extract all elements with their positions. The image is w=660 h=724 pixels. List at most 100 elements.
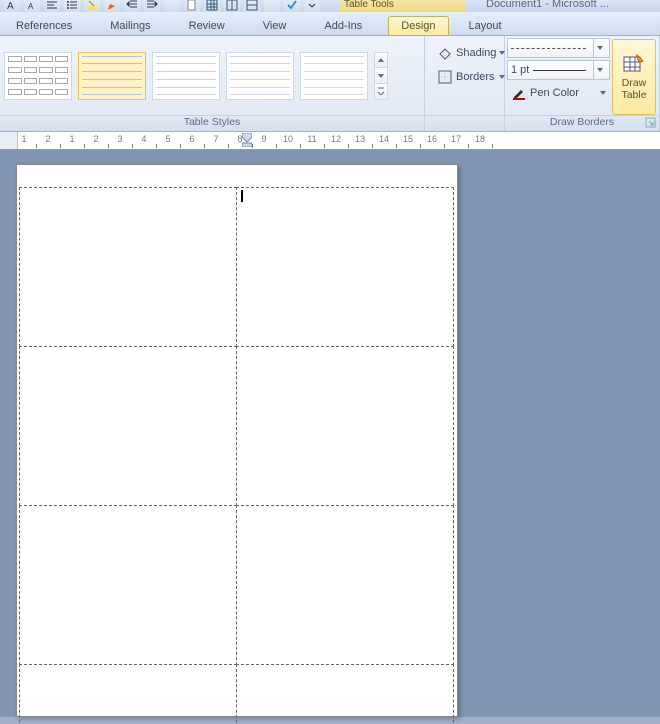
contextual-tab-label: Table Tools: [344, 0, 394, 10]
gallery-scroll-up[interactable]: [375, 53, 387, 69]
line-style-preview: [511, 48, 586, 49]
shading-button[interactable]: Shading: [433, 42, 509, 64]
style-thumb-light3[interactable]: [226, 52, 294, 100]
document-title: Document1 - Microsoft ...: [486, 0, 609, 10]
draw-table-button[interactable]: Draw Table: [612, 39, 656, 115]
gallery-scroll-down[interactable]: [375, 68, 387, 84]
table-row: [19, 664, 455, 724]
ruler-number: 14: [379, 134, 389, 144]
qat-check-icon[interactable]: [284, 0, 300, 12]
horizontal-ruler[interactable]: 12123456789101112131415161718: [0, 132, 660, 150]
ruler-number: 4: [141, 134, 146, 144]
tab-view[interactable]: View: [251, 17, 299, 35]
table-cell[interactable]: [236, 664, 454, 724]
group-label-table-styles: Table Styles: [0, 115, 424, 131]
ruler-number: 2: [93, 134, 98, 144]
title-bar: A A Table Tools Document1 - Microsoft ..…: [0, 0, 660, 12]
qat-font-grow-icon[interactable]: A: [4, 0, 20, 12]
style-thumb-light2[interactable]: [152, 52, 220, 100]
tab-review[interactable]: Review: [177, 17, 237, 35]
paint-bucket-icon: [437, 45, 453, 61]
line-weight-text: 1 pt: [511, 64, 529, 76]
ruler-number: 11: [307, 134, 316, 144]
ruler-number: 2: [45, 134, 50, 144]
tab-design[interactable]: Design: [388, 16, 448, 35]
line-style-combo[interactable]: [507, 38, 610, 58]
draw-table-line1: Draw: [622, 78, 647, 89]
group-draw-borders: 1 pt Pen Color Draw Table Draw Borders: [505, 36, 660, 131]
shading-label: Shading: [456, 47, 496, 59]
pen-color-button[interactable]: Pen Color: [507, 82, 610, 104]
document-area: [0, 150, 660, 717]
borders-button[interactable]: Borders: [433, 66, 509, 88]
ruler-number: 7: [213, 134, 218, 144]
ruler-number: 17: [451, 134, 461, 144]
group-label-draw-borders: Draw Borders: [505, 115, 659, 131]
line-weight-preview: [533, 70, 586, 71]
svg-text:A: A: [28, 2, 34, 11]
ruler-number: 13: [355, 134, 365, 144]
dropdown-arrow-icon: [593, 39, 606, 57]
table-row: [19, 505, 455, 664]
ruler-number: 6: [189, 134, 194, 144]
document-table[interactable]: [19, 187, 455, 724]
document-page[interactable]: [16, 164, 458, 717]
dropdown-arrow-icon: [593, 61, 606, 79]
table-cell[interactable]: [19, 187, 237, 347]
qat-indent-left-icon[interactable]: [124, 0, 140, 12]
ruler-number: 1: [69, 134, 74, 144]
pen-color-icon: [511, 85, 527, 101]
tab-references[interactable]: References: [4, 17, 84, 35]
ribbon: Table Styles Shading Borders: [0, 36, 660, 132]
group-label-blank: [425, 115, 504, 131]
qat-dropdown-icon[interactable]: [304, 0, 320, 12]
gallery-more[interactable]: [375, 84, 387, 99]
qat-insert-rows-icon[interactable]: [224, 0, 240, 12]
qat-new-icon[interactable]: [184, 0, 200, 12]
qat-font-shrink-icon[interactable]: A: [24, 0, 40, 12]
qat-list-icon[interactable]: [64, 0, 80, 12]
table-cell[interactable]: [236, 346, 454, 506]
tab-mailings[interactable]: Mailings: [98, 17, 162, 35]
tab-layout[interactable]: Layout: [457, 17, 514, 35]
tab-addins[interactable]: Add-Ins: [312, 17, 374, 35]
style-thumb-light1[interactable]: [78, 52, 146, 100]
ruler-number: 18: [475, 134, 485, 144]
group-table-styles: Table Styles: [0, 36, 425, 131]
pen-color-label: Pen Color: [530, 87, 579, 99]
qat-table-icon[interactable]: [204, 0, 220, 12]
dialog-launcher-icon[interactable]: [645, 117, 657, 129]
ruler-number: 1: [21, 134, 26, 144]
table-cell[interactable]: [236, 187, 454, 347]
qat-pen-icon[interactable]: [104, 0, 120, 12]
table-row: [19, 346, 455, 505]
style-thumb-plain[interactable]: [4, 52, 72, 100]
style-thumb-light4[interactable]: [300, 52, 368, 100]
ruler-number: 3: [117, 134, 122, 144]
borders-icon: [437, 69, 453, 85]
ruler-number: 9: [261, 134, 266, 144]
qat-indent-right-icon[interactable]: [144, 0, 160, 12]
text-cursor: [241, 190, 243, 202]
ruler-number: 5: [165, 134, 170, 144]
borders-label: Borders: [456, 71, 495, 83]
table-styles-gallery[interactable]: [4, 52, 388, 100]
table-cell[interactable]: [19, 346, 237, 506]
qat-separator-2: [264, 0, 280, 12]
draw-table-line2: Table: [621, 90, 646, 101]
table-cell[interactable]: [236, 505, 454, 665]
qat-insert-cols-icon[interactable]: [244, 0, 260, 12]
line-weight-combo[interactable]: 1 pt: [507, 60, 610, 80]
gallery-scroller: [374, 52, 388, 100]
qat-separator: [164, 0, 180, 12]
quick-access-toolbar: A A: [0, 0, 320, 12]
qat-align-icon[interactable]: [44, 0, 60, 12]
qat-highlight-icon[interactable]: [84, 0, 100, 12]
svg-text:A: A: [7, 1, 14, 11]
table-cell[interactable]: [19, 664, 237, 724]
ruler-number: 10: [283, 134, 293, 144]
table-cell[interactable]: [19, 505, 237, 665]
table-row: [19, 187, 455, 346]
dropdown-arrow-icon: [600, 91, 606, 95]
indent-marker-icon[interactable]: [242, 133, 252, 147]
